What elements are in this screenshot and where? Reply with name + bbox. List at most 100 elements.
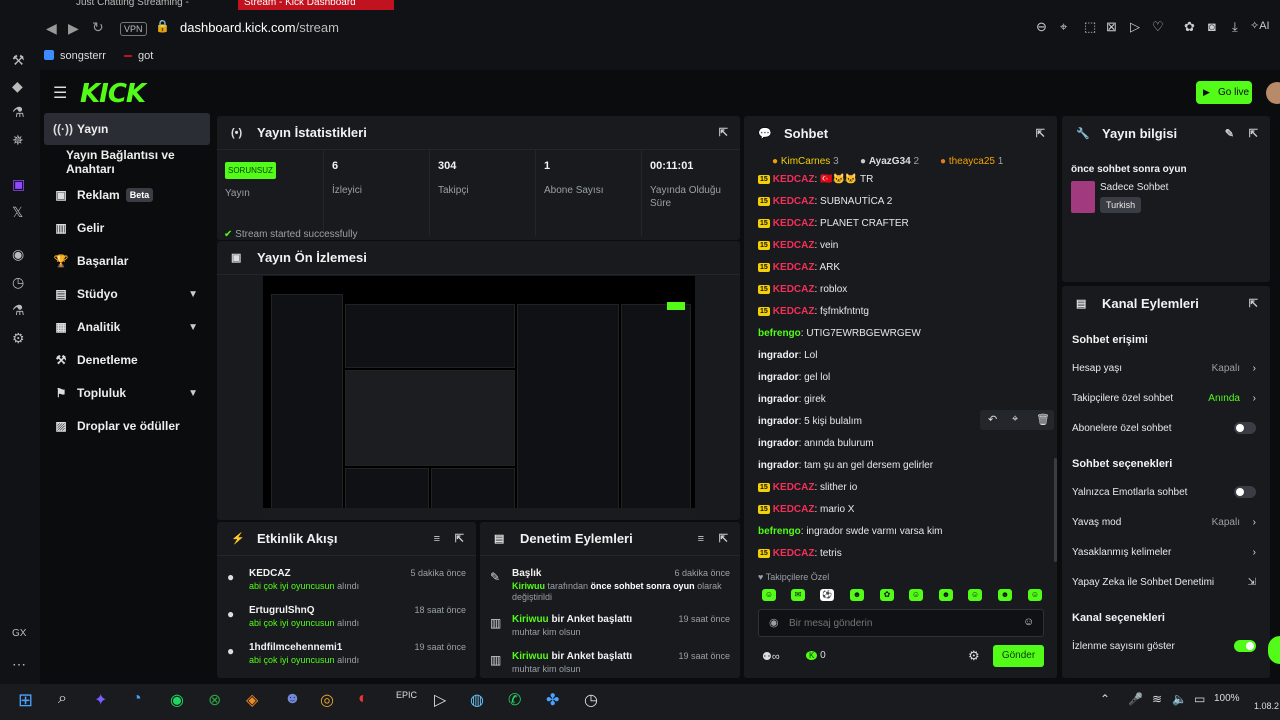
setting-followers-chat[interactable]: Takipçilere özel sohbet Anında › [1072, 393, 1256, 404]
go-live-button[interactable]: ▶ Go live [1196, 81, 1252, 104]
chat-username[interactable]: KEDCAZ [773, 218, 815, 229]
chat-username[interactable]: ingrador [758, 394, 799, 405]
chat-username[interactable]: ingrador [758, 372, 799, 383]
brave-icon[interactable]: ◈ [246, 690, 258, 710]
chat-username[interactable]: ingrador [758, 416, 799, 427]
chat-message[interactable]: ingrador: Lol [758, 350, 817, 361]
chat-message[interactable]: 15 KEDCAZ: vein [758, 240, 838, 251]
emote-icon[interactable]: ☻ [998, 589, 1012, 601]
chat-username[interactable]: befrengo [758, 328, 801, 339]
ai-button[interactable]: ✧AI [1250, 19, 1270, 32]
battery-icon[interactable]: ▭ [1194, 692, 1205, 706]
filter-icon[interactable]: ≡ [698, 533, 704, 545]
top-gifter[interactable]: ● AyazG34 2 [860, 156, 919, 167]
tray-chevron-icon[interactable]: ⌃ [1100, 692, 1110, 706]
chat-scrollbar[interactable] [1054, 458, 1057, 562]
pin-icon[interactable]: ⌖ [1012, 413, 1018, 426]
chat-message[interactable]: befrengo: UTIG7EWRBGEWRGEW [758, 328, 921, 339]
spotify-icon[interactable]: ◉ [12, 246, 24, 263]
history-icon[interactable]: ◷ [12, 274, 24, 291]
sidebar-app-icon[interactable]: ◆ [12, 78, 23, 95]
xbox-icon[interactable]: ⊗ [208, 690, 221, 710]
subs-chat-toggle[interactable] [1234, 422, 1256, 434]
emote-icon[interactable]: ☺ [762, 589, 776, 601]
trash-icon[interactable]: 🗑 [1036, 413, 1050, 426]
chat-username[interactable]: KEDCAZ [773, 174, 815, 185]
chat-username[interactable]: KEDCAZ [773, 196, 815, 207]
filter-icon[interactable]: ≡ [434, 533, 440, 545]
camera-icon[interactable]: ◙ [1208, 19, 1216, 34]
sidebar-item-basarilar[interactable]: 🏆 Başarılar [44, 245, 210, 277]
chat-message[interactable]: 15 KEDCAZ: ARK [758, 262, 840, 273]
emote-icon[interactable]: ☺ [968, 589, 982, 601]
emote-icon[interactable]: ☺ [1028, 589, 1042, 601]
setting-banned-words[interactable]: Yasaklanmış kelimeler › [1072, 547, 1256, 558]
screenshot-icon[interactable]: ⬚ [1084, 19, 1096, 35]
wifi-icon[interactable]: ≋ [1152, 692, 1162, 706]
emote-icon[interactable]: ☻ [850, 589, 864, 601]
chat-message[interactable]: ingrador: 5 kişi bulalım [758, 416, 862, 427]
setting-slow-mode[interactable]: Yavaş mod Kapalı › [1072, 517, 1256, 528]
vpn-badge[interactable]: VPN [120, 22, 147, 36]
tab-just-chatting[interactable]: Just Chatting Streaming - [76, 0, 226, 10]
chat-input[interactable]: ◉ ☺ [758, 609, 1044, 637]
chat-settings-icon[interactable]: ⚙ [968, 648, 980, 664]
chat-username[interactable]: ingrador [758, 460, 799, 471]
popout-icon[interactable]: ⇱ [1249, 127, 1258, 140]
stream-preview-video[interactable] [263, 276, 695, 520]
chat-message[interactable]: 15 KEDCAZ: roblox [758, 284, 847, 295]
viewers-infinite-icon[interactable]: ⚉∞ [762, 650, 780, 663]
emoji-icon[interactable]: ☺ [1023, 616, 1034, 628]
chat-message-input[interactable] [789, 615, 1019, 631]
x-icon[interactable]: 𝕏 [12, 204, 23, 221]
emote-icon[interactable]: ✉ [791, 589, 805, 601]
copilot-icon[interactable]: ✦ [94, 690, 107, 710]
chat-message[interactable]: 15 KEDCAZ: fşfmkfntntg [758, 306, 869, 317]
tab-kick-dashboard[interactable]: Stream - Kick Dashboard [238, 0, 394, 10]
app-icon[interactable]: ◐ [358, 690, 368, 708]
kick-logo[interactable]: KICK [80, 79, 146, 109]
zoom-icon[interactable]: ⊖ [1036, 19, 1047, 35]
chat-username[interactable]: KEDCAZ [773, 306, 815, 317]
edit-icon[interactable]: ✎ [1225, 127, 1234, 140]
popout-icon[interactable]: ⇱ [1249, 297, 1258, 310]
sidebar-app-icon[interactable]: ⚗ [12, 104, 25, 121]
sidebar-item-droplar[interactable]: ▨ Droplar ve ödüller [44, 410, 210, 442]
category-thumbnail[interactable] [1071, 181, 1095, 213]
popout-icon[interactable]: ⇱ [719, 126, 728, 139]
chat-username[interactable]: ingrador [758, 438, 799, 449]
pin-icon[interactable]: ⌖ [1060, 19, 1067, 35]
more-icon[interactable]: ⋯ [12, 656, 26, 673]
menu-icon[interactable]: ☰ [53, 83, 67, 103]
chat-message[interactable]: 15 KEDCAZ: 🇹🇷🐱🐱 TR [758, 174, 873, 185]
sidebar-app-icon[interactable]: ⚒ [12, 52, 25, 69]
chat-username[interactable]: ingrador [758, 350, 799, 361]
edge-icon[interactable]: ◔ [132, 690, 142, 708]
chat-message[interactable]: ingrador: anında bulurum [758, 438, 874, 449]
emote-icon[interactable]: ✿ [880, 589, 894, 601]
popout-icon[interactable]: ⇱ [1036, 127, 1045, 140]
chat-message[interactable]: 15 KEDCAZ: PLANET CRAFTER [758, 218, 909, 229]
bookmark-songsterr[interactable]: songsterr [60, 50, 106, 62]
sidebar-item-reklam[interactable]: ▣ Reklam Beta [44, 179, 210, 211]
top-gifter[interactable]: ● KimCarnes 3 [772, 156, 839, 167]
back-icon[interactable]: ◀ [46, 20, 57, 37]
show-views-toggle[interactable] [1234, 640, 1256, 652]
discord-icon[interactable]: ☻ [284, 690, 301, 708]
twitch-icon[interactable]: ▣ [12, 176, 25, 193]
forward-icon[interactable]: ▶ [68, 20, 79, 37]
sidebar-item-studyo[interactable]: ▤ Stüdyo ▼ [44, 278, 210, 310]
chat-message[interactable]: 15 KEDCAZ: mario X [758, 504, 854, 515]
chat-message[interactable]: ingrador: gel lol [758, 372, 830, 383]
sidebar-item-stream-key[interactable]: Yayın Bağlantısı ve Anahtarı [44, 146, 220, 178]
app-icon[interactable]: ✤ [546, 690, 559, 710]
chat-username[interactable]: KEDCAZ [773, 504, 815, 515]
chat-message[interactable]: ingrador: tam şu an gel dersem gelirler [758, 460, 933, 471]
chat-username[interactable]: KEDCAZ [773, 548, 815, 559]
category-name[interactable]: Sadece Sohbet [1100, 182, 1168, 193]
chat-username[interactable]: KEDCAZ [773, 262, 815, 273]
url-field[interactable]: dashboard.kick.com/stream [180, 20, 339, 35]
emote-only-toggle[interactable] [1234, 486, 1256, 498]
search-icon[interactable]: ⌕ [58, 690, 67, 708]
sidebar-item-analitik[interactable]: ▦ Analitik ▼ [44, 311, 210, 343]
